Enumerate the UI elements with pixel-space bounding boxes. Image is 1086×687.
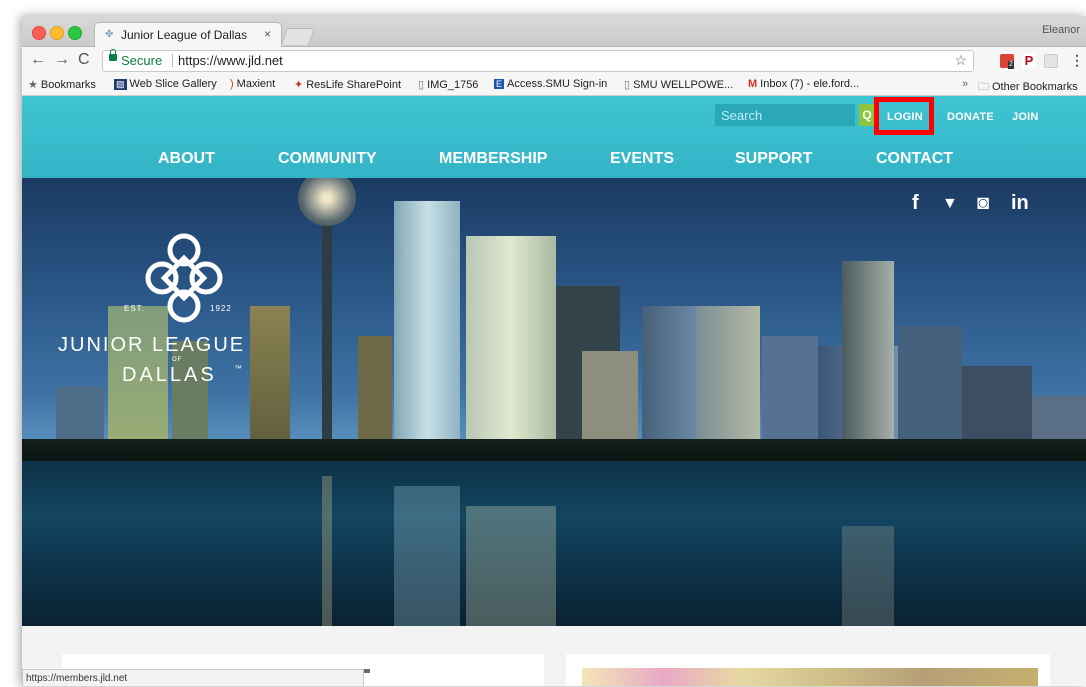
join-link[interactable]: JOIN — [1012, 111, 1038, 123]
river-water — [22, 456, 1086, 626]
bookmarks-bar: ★ Bookmarks ▧ Web Slice Gallery ) Maxient ✦… — [22, 75, 1086, 96]
skyline-building — [358, 336, 392, 456]
skyline-building — [466, 236, 556, 456]
bookmark-access-smu[interactable]: E Access.SMU Sign-in — [494, 78, 607, 90]
logo-trademark: ™ — [234, 364, 242, 373]
profile-name[interactable]: Eleanor — [1042, 24, 1080, 36]
page-icon: ▯ — [624, 79, 631, 91]
knot-logo-icon — [145, 233, 223, 323]
logo-line1: JUNIOR LEAGUE — [58, 334, 246, 356]
instagram-icon[interactable]: ◙ — [977, 192, 989, 215]
bookmark-inbox[interactable]: M Inbox (7) - ele.ford... — [748, 78, 859, 90]
bookmark-img-1756[interactable]: ▯ IMG_1756 — [418, 78, 478, 91]
browser-menu-icon[interactable]: ⋮ — [1070, 52, 1084, 69]
logo-est: EST. — [124, 304, 145, 313]
bookmark-star-icon[interactable]: ☆ — [954, 52, 967, 69]
reunion-tower-ball — [298, 178, 356, 226]
bookmark-maxient[interactable]: ) Maxient — [230, 78, 275, 90]
gmail-icon: M — [748, 78, 758, 90]
content-card[interactable] — [566, 654, 1050, 686]
login-highlight-box — [874, 97, 934, 135]
pinterest-icon[interactable]: P — [1022, 54, 1036, 68]
address-separator — [172, 54, 173, 67]
tab-close-icon[interactable]: × — [264, 27, 271, 41]
extension-icon[interactable]: 2 — [1000, 54, 1014, 69]
reunion-tower-shaft — [322, 226, 332, 456]
logo-line2: DALLAS — [122, 364, 217, 386]
shoreline-trees — [22, 439, 1086, 461]
nav-contact[interactable]: CONTACT — [876, 150, 953, 168]
extension-blank-icon[interactable] — [1044, 54, 1058, 68]
page-icon: ▯ — [418, 79, 425, 91]
browser-toolbar: ← → C Secure https://www.jld.net ☆ 2 P ⋮ — [22, 47, 1086, 75]
bookmark-web-slice-gallery[interactable]: ▧ Web Slice Gallery — [114, 78, 217, 90]
maximize-window-button[interactable] — [68, 26, 82, 40]
reflection — [322, 476, 332, 626]
nav-membership[interactable]: MEMBERSHIP — [439, 150, 547, 168]
minimize-window-button[interactable] — [50, 26, 64, 40]
search-button[interactable]: Q — [859, 104, 875, 126]
smu-icon: E — [494, 79, 505, 89]
skyline-building — [394, 201, 460, 456]
twitter-icon[interactable]: ▼ — [942, 195, 958, 213]
bookmark-reslife-sharepoint[interactable]: ✦ ResLife SharePoint — [294, 78, 401, 91]
address-bar[interactable]: Secure https://www.jld.net ☆ — [102, 49, 974, 72]
tab-title: Junior League of Dallas — [121, 28, 248, 42]
star-icon: ★ — [28, 79, 38, 91]
tab-junior-league[interactable]: ✤ Junior League of Dallas × — [94, 22, 282, 47]
site-header: Q LOGIN DONATE JOIN ABOUT COMMUNITY MEMB… — [22, 96, 1086, 178]
bookmark-other-bookmarks[interactable]: 🗀 Other Bookmarks — [978, 78, 1078, 97]
card-image — [582, 668, 1038, 686]
skyline-building — [898, 326, 962, 456]
reflection — [466, 506, 556, 626]
url-text[interactable]: https://www.jld.net — [178, 53, 283, 68]
logo-of: OF — [172, 357, 183, 363]
reflection — [394, 486, 460, 626]
skyline-building — [642, 306, 698, 456]
nav-support[interactable]: SUPPORT — [735, 150, 812, 168]
linkedin-icon[interactable]: in — [1011, 192, 1029, 215]
folder-icon: 🗀 — [978, 81, 989, 93]
junior-league-logo[interactable]: EST. 1922 JUNIOR LEAGUE OF DALLAS ™ — [58, 228, 318, 388]
facebook-icon[interactable]: f — [912, 192, 919, 215]
search-input[interactable] — [715, 104, 855, 126]
bookmarks-overflow-icon[interactable]: » — [962, 78, 968, 90]
status-bar-url: https://members.jld.net — [22, 669, 364, 686]
donate-link[interactable]: DONATE — [947, 111, 994, 123]
reflection — [842, 526, 894, 626]
nav-community[interactable]: COMMUNITY — [278, 150, 377, 168]
web-slice-icon: ▧ — [114, 79, 127, 90]
secure-label: Secure — [121, 53, 163, 68]
skyline-building — [762, 336, 818, 456]
bookmark-smu-wellpower[interactable]: ▯ SMU WELLPOWE... — [624, 78, 733, 91]
forward-icon[interactable]: → — [54, 51, 70, 69]
close-window-button[interactable] — [32, 26, 46, 40]
hero-skyline-image: f ▼ ◙ in EST. 1922 JUNIOR LEAGUE OF DALL… — [22, 178, 1086, 626]
nav-events[interactable]: EVENTS — [610, 150, 674, 168]
favicon-icon: ✤ — [105, 29, 114, 40]
tab-strip: ✤ Junior League of Dallas × Eleanor — [22, 16, 1086, 47]
logo-year: 1922 — [210, 304, 232, 313]
reload-icon[interactable]: C — [78, 51, 90, 69]
new-tab-button[interactable] — [280, 28, 316, 45]
lock-icon — [109, 49, 117, 61]
back-icon[interactable]: ← — [30, 51, 46, 69]
maxient-icon: ) — [230, 78, 234, 90]
bookmarks-label[interactable]: ★ Bookmarks — [28, 78, 96, 91]
skyline-building — [842, 261, 894, 456]
skyline-building — [696, 306, 760, 456]
nav-about[interactable]: ABOUT — [158, 150, 215, 168]
browser-window: ✤ Junior League of Dallas × Eleanor ← → … — [22, 16, 1086, 686]
reslife-icon: ✦ — [294, 79, 304, 91]
